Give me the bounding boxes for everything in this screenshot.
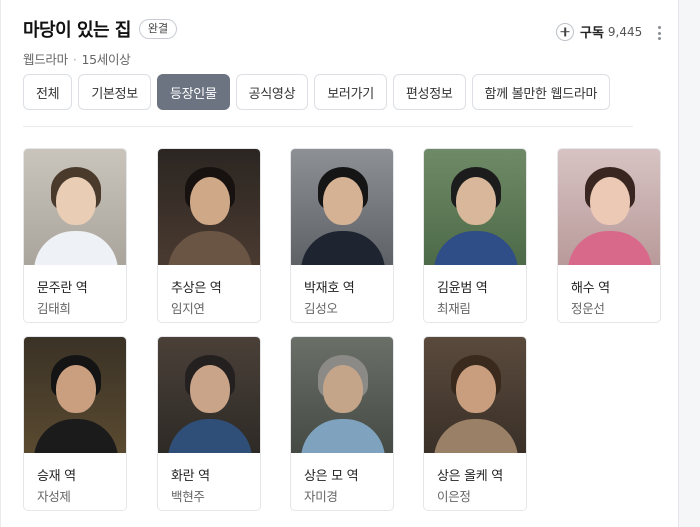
cast-card[interactable]: 화란 역 백현주 — [157, 336, 261, 511]
tab-cast[interactable]: 등장인물 — [156, 74, 230, 110]
genre-label: 웹드라마 — [23, 52, 68, 67]
tab-watch[interactable]: 보러가기 — [314, 74, 387, 110]
face-shape — [56, 177, 96, 225]
body-shape — [301, 419, 385, 453]
subscribe-label: 구독 — [580, 26, 604, 41]
subscribe-button[interactable]: 구독 9,445 — [556, 22, 642, 41]
tab-schedule[interactable]: 편성정보 — [392, 74, 466, 110]
actor-name: 정운선 — [571, 301, 605, 316]
cast-card[interactable]: 박재호 역 김성오 — [290, 148, 394, 323]
rating-label: 15세이상 — [81, 52, 131, 67]
actor-name: 최재림 — [437, 301, 471, 316]
cast-card[interactable]: 상은 모 역 자미경 — [290, 336, 394, 511]
role-name: 화란 역 — [171, 469, 210, 484]
dot — [657, 31, 661, 35]
header: 마당이 있는 집 완결 웹드라마 · 15세이상 — [23, 16, 178, 68]
actor-name: 자성제 — [37, 489, 71, 504]
face-shape — [56, 365, 96, 413]
role-name: 승재 역 — [37, 469, 76, 484]
more-vertical-icon[interactable] — [657, 26, 661, 40]
cast-card[interactable]: 승재 역 자성제 — [23, 336, 127, 511]
role-name: 추상은 역 — [171, 281, 222, 296]
body-shape — [34, 419, 118, 453]
cast-photo — [291, 337, 393, 453]
tab-all[interactable]: 전체 — [23, 74, 73, 110]
cast-card[interactable]: 해수 역 정운선 — [557, 148, 661, 323]
cast-photo — [24, 149, 126, 265]
face-shape — [456, 365, 496, 413]
body-shape — [434, 419, 518, 453]
actor-name: 이은정 — [437, 489, 471, 504]
cast-photo — [558, 149, 660, 265]
cast-photo — [158, 337, 260, 453]
face-shape — [190, 177, 230, 225]
body-shape — [301, 231, 385, 265]
tab-basic-info[interactable]: 기본정보 — [78, 74, 151, 110]
cast-card[interactable]: 김윤범 역 최재림 — [423, 148, 527, 323]
role-name: 해수 역 — [571, 281, 610, 296]
cast-photo — [424, 337, 526, 453]
role-name: 상은 모 역 — [304, 469, 359, 484]
divider — [23, 126, 633, 127]
face-shape — [190, 365, 230, 413]
subscriber-count: 9,445 — [607, 24, 643, 39]
body-shape — [168, 419, 252, 453]
tab-bar: 전체 기본정보 등장인물 공식영상 보러가기 편성정보 함께 볼만한 웹드라마 — [23, 74, 616, 110]
role-name: 김윤범 역 — [437, 281, 488, 296]
actor-name: 김태희 — [37, 301, 71, 316]
body-shape — [568, 231, 652, 265]
actor-name: 백현주 — [171, 489, 205, 504]
dot — [657, 26, 661, 29]
face-shape — [590, 177, 630, 225]
cast-card[interactable]: 상은 올케 역 이은정 — [423, 336, 527, 511]
dot — [657, 37, 661, 40]
actor-name: 김성오 — [304, 301, 338, 316]
body-shape — [434, 231, 518, 265]
actor-name: 자미경 — [304, 489, 338, 504]
drama-info-panel: 마당이 있는 집 완결 웹드라마 · 15세이상 구독 9,445 전체 기본정보 … — [0, 0, 679, 527]
status-badge: 완결 — [138, 19, 178, 39]
cast-photo — [291, 149, 393, 265]
separator-dot: · — [72, 52, 77, 67]
role-name: 박재호 역 — [304, 281, 355, 296]
meta-info: 웹드라마 · 15세이상 — [23, 49, 177, 68]
plus-icon — [556, 22, 574, 41]
page-title[interactable]: 마당이 있는 집 — [23, 16, 131, 42]
cast-photo — [424, 149, 526, 265]
tab-related-dramas[interactable]: 함께 볼만한 웹드라마 — [471, 74, 611, 110]
role-name: 문주란 역 — [37, 281, 88, 296]
role-name: 상은 올케 역 — [437, 469, 503, 484]
cast-card[interactable]: 추상은 역 임지연 — [157, 148, 261, 323]
body-shape — [168, 231, 252, 265]
cast-photo — [24, 337, 126, 453]
face-shape — [456, 177, 496, 225]
body-shape — [34, 231, 118, 265]
face-shape — [323, 365, 363, 413]
tab-official-video[interactable]: 공식영상 — [235, 74, 309, 110]
title-row: 마당이 있는 집 완결 — [23, 16, 178, 42]
cast-card[interactable]: 문주란 역 김태희 — [23, 148, 127, 323]
cast-photo — [158, 149, 260, 265]
actor-name: 임지연 — [171, 301, 205, 316]
face-shape — [323, 177, 363, 225]
